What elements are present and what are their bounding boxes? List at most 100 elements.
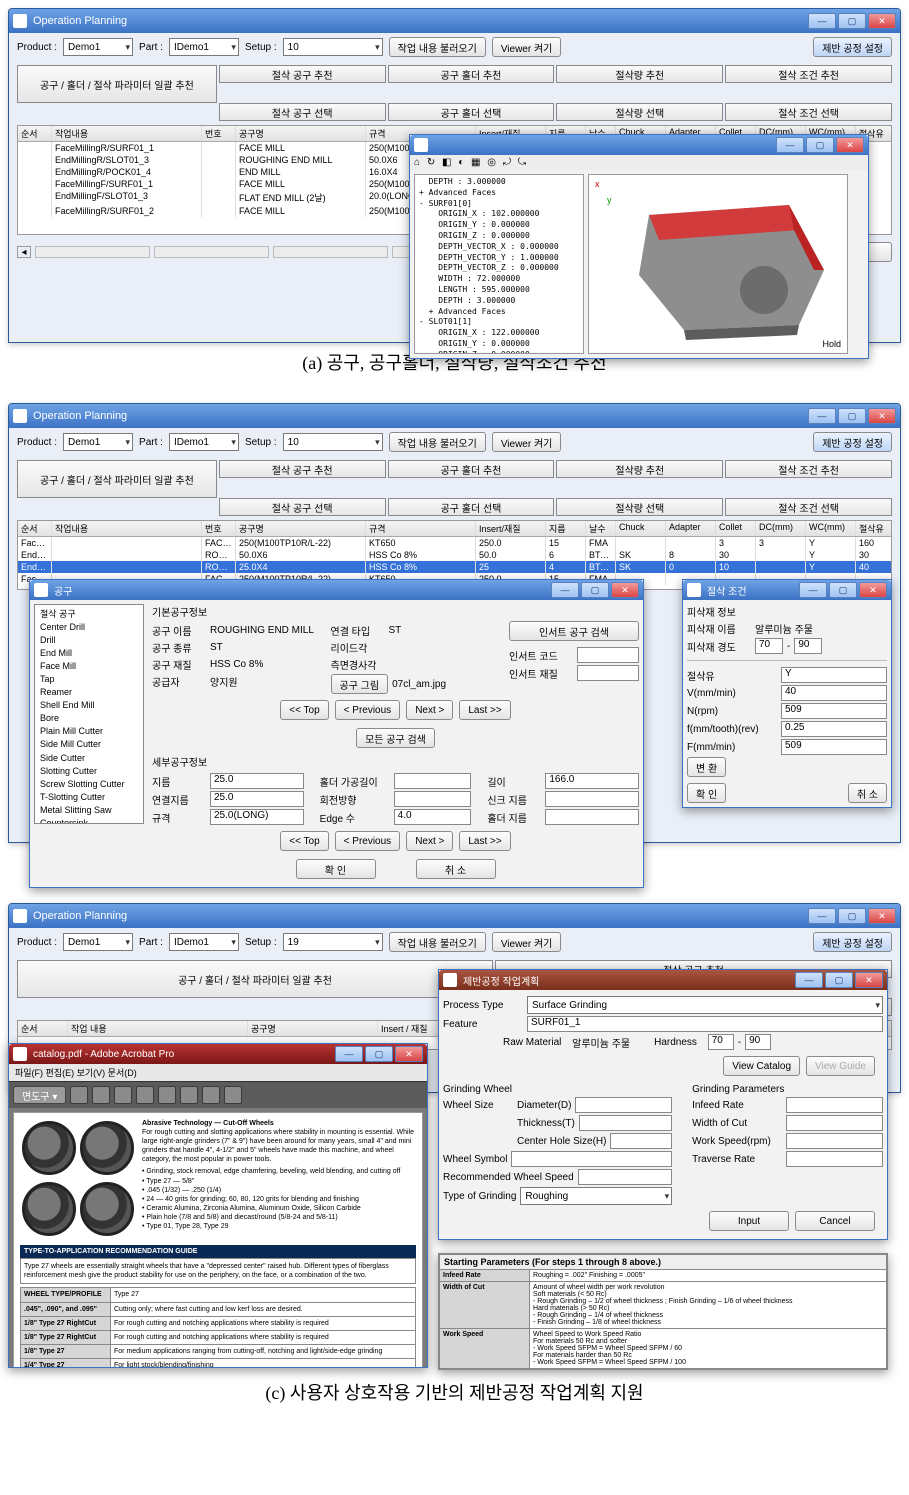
nav2-prev[interactable]: < Previous	[335, 831, 401, 851]
rws-input[interactable]	[578, 1169, 672, 1185]
pdf-page[interactable]: Abrasive Technology — Cut-Off Wheels For…	[13, 1112, 423, 1368]
pdf-tool-3[interactable]	[114, 1086, 132, 1104]
tra-input[interactable]	[786, 1151, 883, 1167]
cond-ok[interactable]: 확 인	[687, 783, 726, 803]
general-process-button[interactable]: 제반 공정 설정	[813, 37, 892, 57]
tab-depth-rec[interactable]: 절삭량 추천	[556, 460, 723, 478]
part-combo[interactable]: IDemo1	[169, 433, 239, 451]
close-button[interactable]: ✕	[868, 13, 896, 29]
f-input[interactable]: 0.25	[781, 721, 887, 737]
tool-image-button[interactable]: 공구 그림	[331, 674, 389, 694]
nav-last[interactable]: Last >>	[459, 700, 510, 720]
table-row[interactable]: EndMillingR/POCK01_4ROUGHING END MILL25.…	[18, 561, 891, 573]
tab-batch[interactable]: 공구 / 홀더 / 절삭 파라미터 일괄 추천	[17, 960, 493, 998]
inf-input[interactable]	[786, 1097, 883, 1113]
all-tool-search[interactable]: 모든 공구 검색	[356, 728, 435, 748]
table-row[interactable]: EndMillingR/SLOT01_3ROUGHING END MILL50.…	[18, 549, 891, 561]
product-combo[interactable]: Demo1	[63, 38, 133, 56]
general-process-button[interactable]: 제반 공정 설정	[813, 932, 892, 952]
cond-cancel[interactable]: 취 소	[848, 783, 887, 803]
tab-depth-sel[interactable]: 절삭량 선택	[556, 498, 723, 516]
edge-input[interactable]: 4.0	[394, 809, 472, 825]
minimize-button[interactable]: —	[808, 408, 836, 424]
holder-input[interactable]	[394, 773, 472, 789]
pdf-tool-6[interactable]	[180, 1086, 198, 1104]
tool-ok[interactable]: 확 인	[296, 859, 376, 879]
insert-mat-input[interactable]	[577, 665, 639, 681]
conn-input[interactable]: 25.0	[210, 791, 304, 807]
gen-min[interactable]: —	[795, 972, 823, 988]
pdf-close[interactable]: ✕	[395, 1046, 423, 1062]
close-button[interactable]: ✕	[868, 908, 896, 924]
sym-input[interactable]	[511, 1151, 672, 1167]
len-input[interactable]: 166.0	[545, 773, 639, 789]
scroll-left[interactable]: ◂	[17, 246, 31, 258]
list-item[interactable]: Shell End Mill	[40, 699, 138, 712]
nav-next[interactable]: Next >	[406, 700, 453, 720]
tab-cond-rec[interactable]: 절삭 조건 추천	[725, 65, 892, 83]
pdf-tool-1[interactable]	[70, 1086, 88, 1104]
insert-search-button[interactable]: 인서트 공구 검색	[509, 621, 639, 641]
list-item[interactable]: Bore	[40, 712, 138, 725]
load-button[interactable]: 작업 내용 불러오기	[389, 37, 486, 57]
product-combo[interactable]: Demo1	[63, 433, 133, 451]
cond-max[interactable]: ▢	[829, 582, 857, 598]
gen-max[interactable]: ▢	[825, 972, 853, 988]
tab-depth-rec[interactable]: 절삭량 추천	[556, 65, 723, 83]
gen-cancel-button[interactable]: Cancel	[795, 1211, 875, 1231]
tab-holder-rec[interactable]: 공구 홀더 추천	[388, 460, 555, 478]
nav2-last[interactable]: Last >>	[459, 831, 510, 851]
list-item[interactable]: Side Mill Cutter	[40, 738, 138, 751]
tab-cond-sel[interactable]: 절삭 조건 선택	[725, 103, 892, 121]
nav2-next[interactable]: Next >	[406, 831, 453, 851]
tab-cond-rec[interactable]: 절삭 조건 추천	[725, 460, 892, 478]
part-combo[interactable]: IDemo1	[169, 38, 239, 56]
pdf-menubar[interactable]: 파일(F) 편집(E) 보기(V) 문서(D)	[9, 1064, 427, 1081]
wsp-input[interactable]	[786, 1133, 883, 1149]
tab-tool-sel[interactable]: 절삭 공구 선택	[219, 103, 386, 121]
list-item[interactable]: Center Drill	[40, 621, 138, 634]
sd-input[interactable]	[545, 791, 639, 807]
pdf-min[interactable]: —	[335, 1046, 363, 1062]
holderd-input[interactable]	[545, 809, 639, 825]
pdf-tool-combo[interactable]: 면도구 ▾	[13, 1086, 66, 1104]
pdf-max[interactable]: ▢	[365, 1046, 393, 1062]
tog-combo[interactable]: Roughing	[520, 1187, 672, 1205]
gen-input-button[interactable]: Input	[709, 1211, 789, 1231]
list-item[interactable]: Reamer	[40, 686, 138, 699]
insert-code-input[interactable]	[577, 647, 639, 663]
table-row[interactable]: FaceMillingR/SURF01_1FACE MILL250(M100TP…	[18, 537, 891, 549]
tab-holder-rec[interactable]: 공구 홀더 추천	[388, 65, 555, 83]
maximize-button[interactable]: ▢	[838, 13, 866, 29]
load-button[interactable]: 작업 내용 불러오기	[389, 432, 486, 452]
viewer-button[interactable]: Viewer 켜기	[492, 932, 562, 952]
dia-input[interactable]: 25.0	[210, 773, 304, 789]
cond-close[interactable]: ✕	[859, 582, 887, 598]
cond-min[interactable]: —	[799, 582, 827, 598]
feature-tree[interactable]: DEPTH : 3.000000 + Advanced Faces - SURF…	[414, 174, 584, 354]
chs-input[interactable]	[610, 1133, 672, 1149]
viewport-3d[interactable]: x y Hold	[588, 174, 848, 354]
viewer-max[interactable]: ▢	[806, 137, 834, 153]
tool-cancel[interactable]: 취 소	[416, 859, 496, 879]
dlg-max[interactable]: ▢	[581, 582, 609, 598]
spec-input[interactable]: 25.0(LONG)	[210, 809, 304, 825]
view-guide-button[interactable]: View Guide	[806, 1056, 875, 1076]
dia-input[interactable]	[575, 1097, 672, 1113]
load-button[interactable]: 작업 내용 불러오기	[389, 932, 486, 952]
n-input[interactable]: 509	[781, 703, 887, 719]
pdf-tool-5[interactable]	[158, 1086, 176, 1104]
setup-combo[interactable]: 10	[283, 433, 383, 451]
product-combo[interactable]: Demo1	[63, 933, 133, 951]
list-item[interactable]: Plain Mill Cutter	[40, 725, 138, 738]
feat-input[interactable]: SURF01_1	[527, 1016, 883, 1032]
ptype-combo[interactable]: Surface Grinding	[527, 996, 883, 1014]
dlg-close[interactable]: ✕	[611, 582, 639, 598]
viewer-button[interactable]: Viewer 켜기	[492, 432, 562, 452]
viewer-close[interactable]: ✕	[836, 137, 864, 153]
tool-category-list[interactable]: 절삭 공구Center DrillDrillEnd MillFace MillT…	[34, 604, 144, 824]
list-item[interactable]: Slotting Cutter	[40, 765, 138, 778]
list-item[interactable]: Countersink	[40, 817, 138, 824]
minimize-button[interactable]: —	[808, 908, 836, 924]
v-input[interactable]: 40	[781, 685, 887, 701]
